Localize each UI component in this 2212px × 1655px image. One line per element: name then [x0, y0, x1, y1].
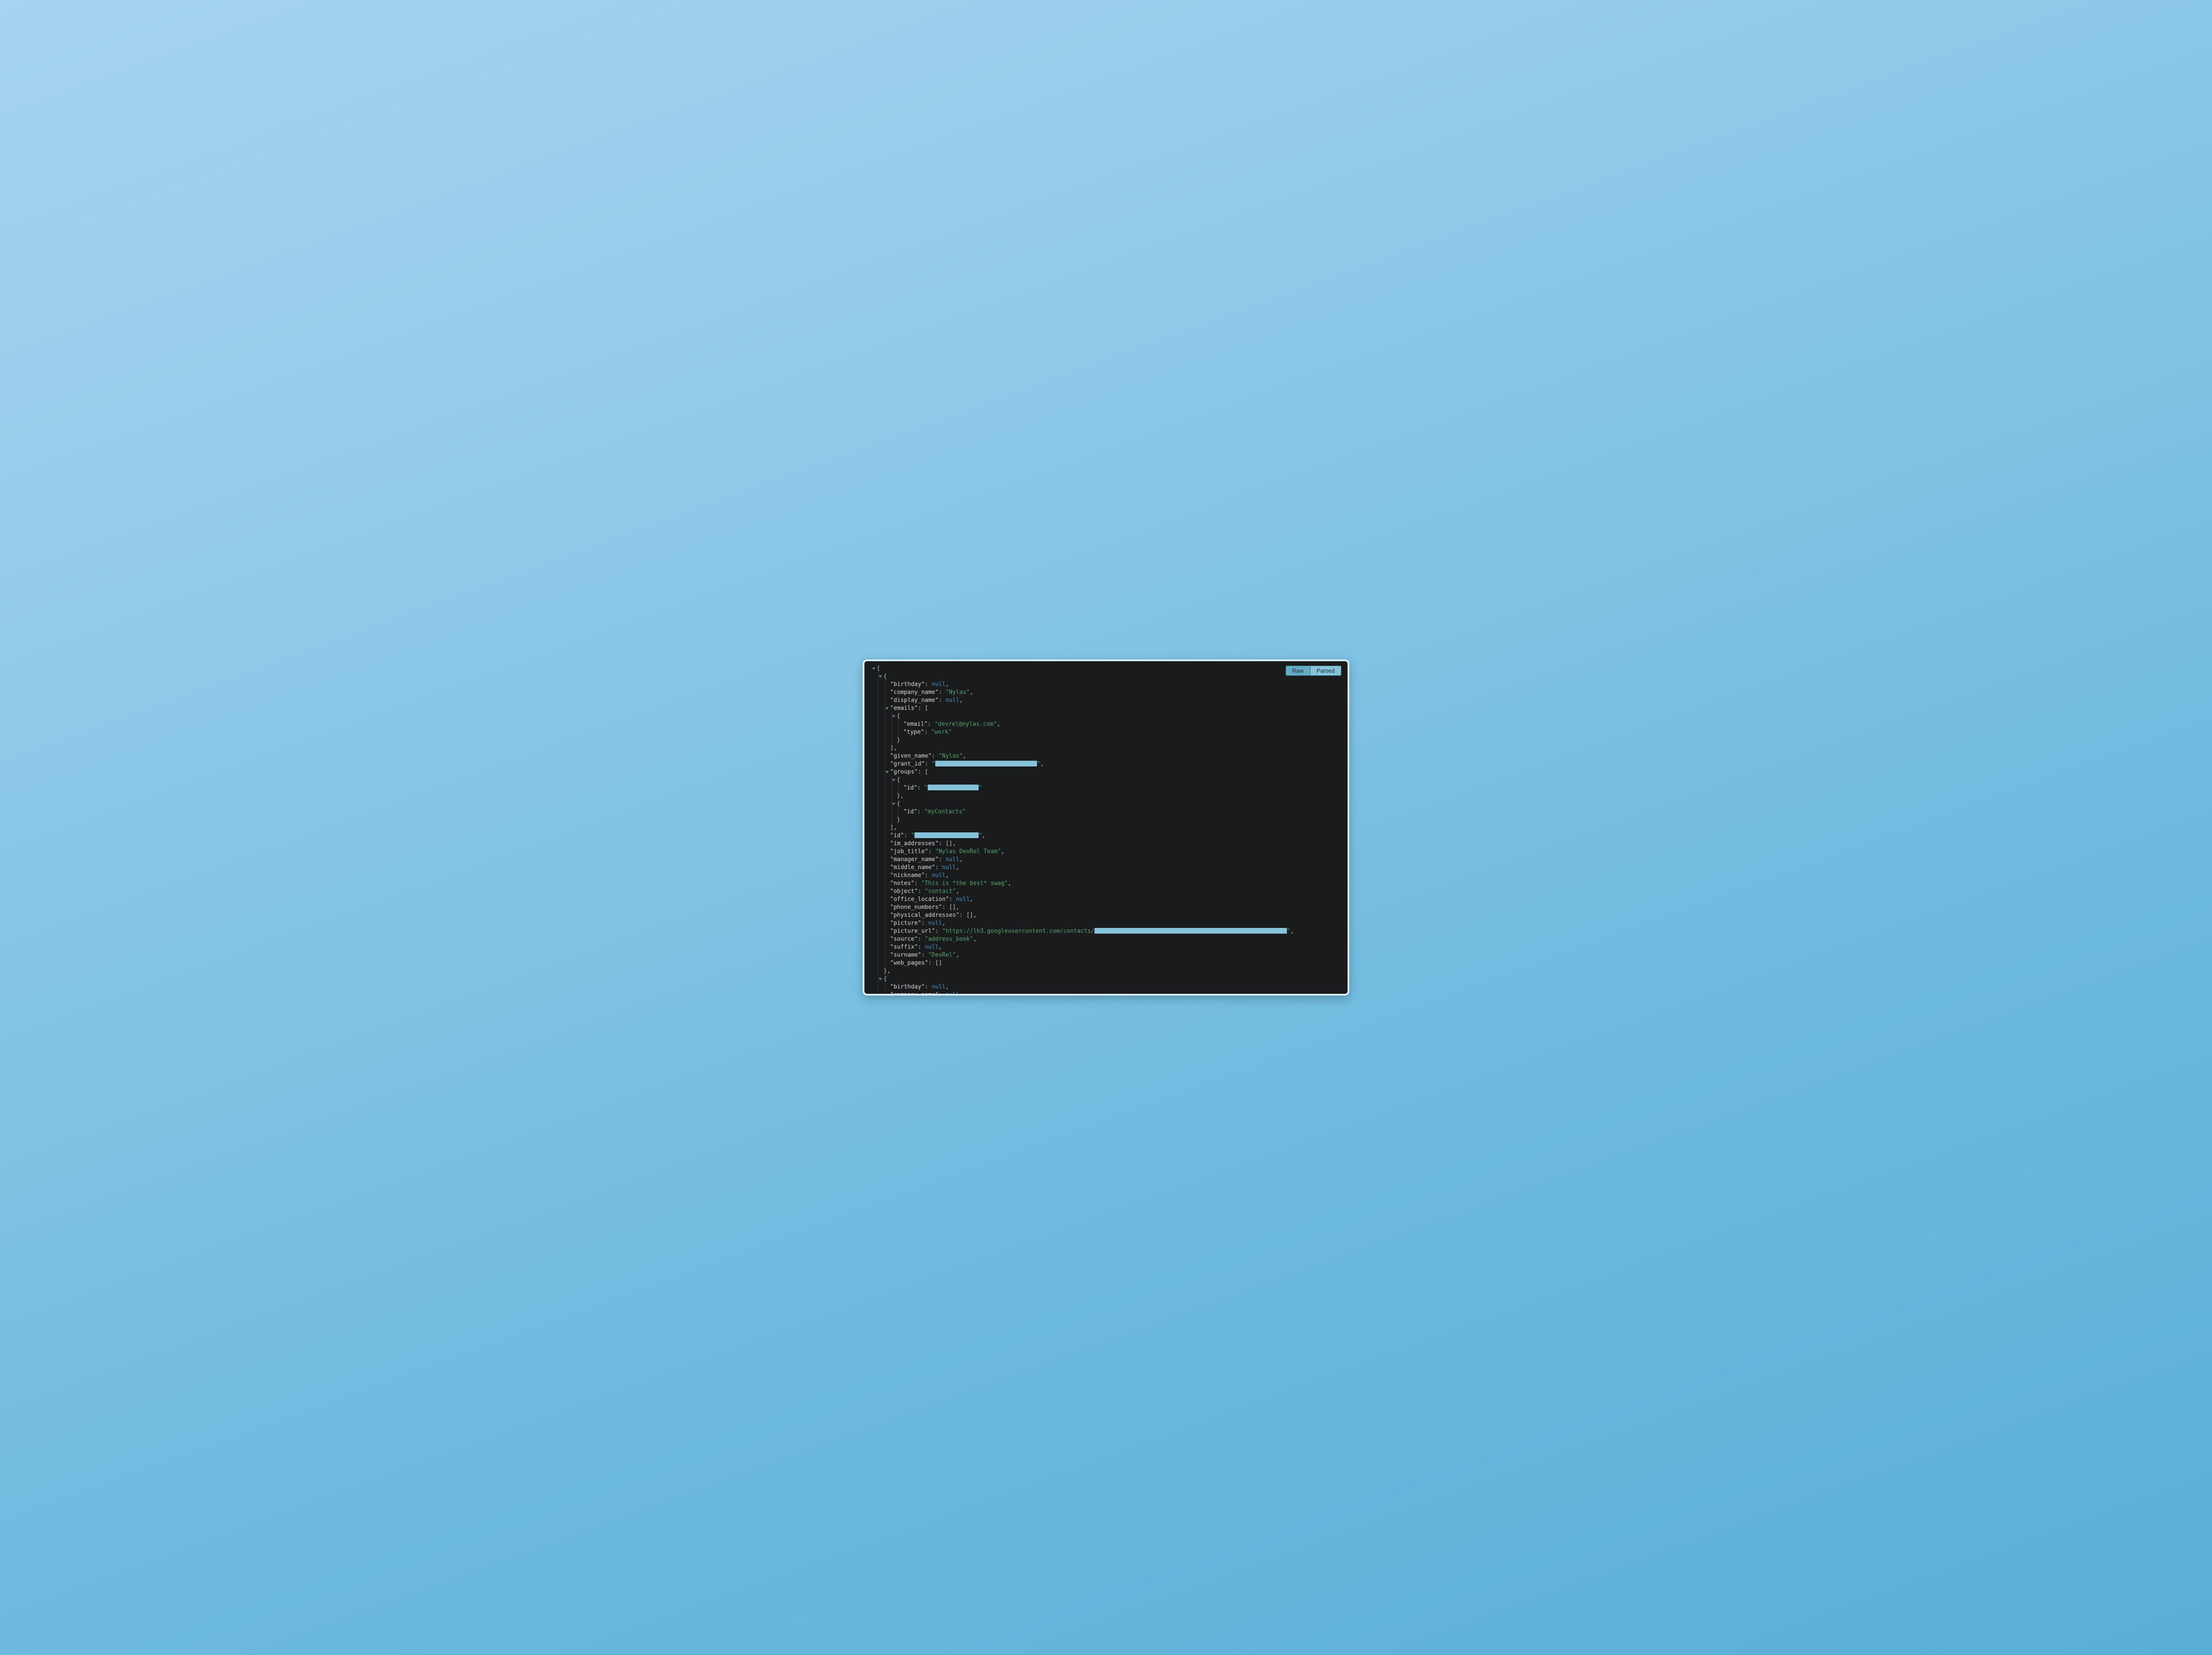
json-line: "surname": "DevRel", [868, 951, 1344, 959]
json-line: "web_pages": [] [868, 959, 1344, 967]
redacted-value [928, 785, 979, 790]
redacted-value [1094, 928, 1287, 934]
redacted-value [935, 761, 1037, 766]
json-line: ], [868, 824, 1344, 832]
json-line: "manager_name": null, [868, 856, 1344, 864]
json-line: }, [868, 967, 1344, 975]
json-line: "nickname": null, [868, 872, 1344, 880]
disclosure-triangle-icon[interactable] [885, 771, 889, 774]
json-line: "email": "devrel@nylas.com", [868, 720, 1344, 728]
json-line: "id": "", [868, 832, 1344, 840]
disclosure-triangle-icon[interactable] [872, 667, 876, 670]
parsed-button[interactable]: Parsed [1310, 666, 1341, 676]
disclosure-triangle-icon[interactable] [892, 715, 895, 718]
json-viewer-panel: Raw Parsed [{"birthday": null,"company_n… [863, 659, 1349, 996]
json-line: "emails": [ [868, 705, 1344, 713]
json-line: "phone_numbers": [], [868, 904, 1344, 912]
disclosure-triangle-icon[interactable] [892, 803, 895, 805]
json-line: [ [868, 665, 1344, 673]
raw-button[interactable]: Raw [1286, 666, 1310, 676]
json-line: "picture_url": "https://lh3.googleuserco… [868, 927, 1344, 935]
redacted-value [914, 832, 979, 838]
json-line: } [868, 736, 1344, 744]
json-line: { [868, 776, 1344, 784]
disclosure-triangle-icon[interactable] [879, 675, 882, 678]
json-line: "middle_name": null, [868, 864, 1344, 872]
json-line: "birthday": null, [868, 681, 1344, 689]
json-line: "im_addresses": [], [868, 840, 1344, 848]
json-line: "display_name": null, [868, 697, 1344, 705]
json-line: "groups": [ [868, 768, 1344, 776]
disclosure-triangle-icon[interactable] [879, 978, 882, 981]
json-line: "birthday": null, [868, 983, 1344, 991]
json-line: "id": "" [868, 784, 1344, 792]
view-toggle: Raw Parsed [1286, 666, 1341, 676]
json-line: "given_name": "Nylas", [868, 752, 1344, 760]
json-line: "grant_id": "", [868, 760, 1344, 768]
json-line: } [868, 816, 1344, 824]
json-line: ], [868, 744, 1344, 752]
json-line: "notes": "This is *the best* swag", [868, 880, 1344, 888]
json-line: "company_name": null, [868, 991, 1344, 994]
json-line: "job_title": "Nylas DevRel Team", [868, 848, 1344, 856]
json-line: { [868, 673, 1344, 681]
disclosure-triangle-icon[interactable] [892, 779, 895, 782]
json-line: { [868, 800, 1344, 808]
json-line: "id": "myContacts" [868, 808, 1344, 816]
json-line: "object": "contact", [868, 888, 1344, 896]
json-line: "type": "work" [868, 728, 1344, 736]
json-tree[interactable]: [{"birthday": null,"company_name": "Nyla… [868, 665, 1344, 994]
json-line: "physical_addresses": [], [868, 912, 1344, 919]
json-line: "office_location": null, [868, 896, 1344, 904]
json-line: "source": "address_book", [868, 935, 1344, 943]
json-line: { [868, 975, 1344, 983]
json-line: "picture": null, [868, 919, 1344, 927]
json-line: }, [868, 792, 1344, 800]
json-line: "suffix": null, [868, 943, 1344, 951]
json-line: "company_name": "Nylas", [868, 689, 1344, 697]
json-line: { [868, 713, 1344, 720]
disclosure-triangle-icon[interactable] [885, 707, 889, 710]
